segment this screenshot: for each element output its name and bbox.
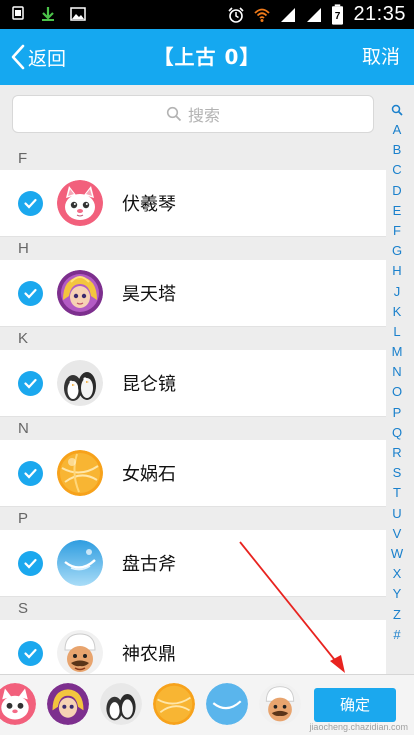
index-letter[interactable]: E [393, 201, 402, 221]
index-letter[interactable]: J [394, 282, 401, 302]
index-letter[interactable]: H [392, 261, 401, 281]
index-letter[interactable]: C [392, 160, 401, 180]
checkbox-checked[interactable] [18, 280, 43, 306]
wifi-icon [254, 8, 271, 22]
contact-row[interactable]: 神农鼎 [0, 620, 386, 674]
status-bar: 7 21:35 [0, 0, 414, 29]
cat-avatar [57, 180, 103, 226]
selected-penguin-avatar[interactable] [100, 683, 142, 725]
index-letter[interactable]: L [393, 322, 400, 342]
check-icon [24, 558, 37, 569]
selected-blue-sky-avatar[interactable] [206, 683, 248, 725]
index-letter[interactable]: Z [393, 605, 401, 625]
confirm-button[interactable]: 确定 [314, 688, 396, 722]
contact-name: 昊天塔 [122, 284, 176, 305]
watermark: jiaocheng.chazidian.com [309, 722, 408, 732]
checkbox-checked[interactable] [18, 190, 43, 216]
search-placeholder: 搜索 [187, 106, 220, 125]
contact-list[interactable]: F 伏羲琴 H 昊天塔 K 昆仑镜 N 女娲石 P 盘古斧 S 神农鼎 [0, 147, 386, 674]
contact-row[interactable]: 女娲石 [0, 440, 386, 507]
battery-icon: 7 [332, 4, 344, 25]
copy-icon [12, 6, 24, 20]
contact-row[interactable]: 昊天塔 [0, 260, 386, 327]
contact-name: 神农鼎 [122, 644, 176, 665]
check-icon [24, 288, 37, 299]
index-letter[interactable]: R [392, 443, 401, 463]
chevron-left-icon [11, 44, 25, 70]
index-letter[interactable]: V [393, 524, 402, 544]
check-icon [24, 198, 37, 209]
index-letter[interactable]: B [393, 140, 402, 160]
selected-blonde-girl-avatar[interactable] [47, 683, 89, 725]
selection-bar: 确定 jiaocheng.chazidian.com [0, 674, 414, 735]
check-icon [24, 648, 37, 659]
index-letter[interactable]: N [392, 362, 401, 382]
check-icon [24, 378, 37, 389]
image-icon [70, 7, 86, 21]
index-letter[interactable]: T [393, 483, 401, 503]
blue-sky-avatar [57, 540, 103, 586]
check-icon [24, 468, 37, 479]
search-icon [166, 106, 182, 122]
section-header-k: K [0, 327, 386, 350]
contact-name: 昆仑镜 [122, 374, 176, 395]
checkbox-checked[interactable] [18, 460, 43, 486]
checkbox-checked[interactable] [18, 550, 43, 576]
section-header-n: N [0, 417, 386, 440]
section-header-p: P [0, 507, 386, 530]
section-header-f: F [0, 147, 386, 170]
index-letter[interactable]: K [393, 302, 402, 322]
selected-cat-avatar[interactable] [0, 683, 36, 725]
index-letter[interactable]: U [392, 504, 401, 524]
orange-ball-avatar [57, 450, 103, 496]
index-letter[interactable]: Y [393, 584, 402, 604]
index-letter[interactable]: W [391, 544, 403, 564]
index-letter[interactable]: O [392, 382, 402, 402]
signal-icon-2 [307, 7, 322, 22]
index-letter[interactable]: Q [392, 423, 402, 443]
battery-level: 7 [335, 11, 341, 22]
back-button[interactable]: 返回 [10, 29, 66, 85]
index-search-icon[interactable] [391, 100, 403, 120]
back-label: 返回 [28, 47, 67, 70]
contact-row[interactable]: 伏羲琴 [0, 170, 386, 237]
blonde-girl-avatar [57, 270, 103, 316]
checkbox-checked[interactable] [18, 370, 43, 396]
contact-row[interactable]: 盘古斧 [0, 530, 386, 597]
selected-chef-avatar[interactable] [259, 683, 301, 725]
signal-icon [281, 7, 296, 22]
index-letter[interactable]: P [393, 403, 402, 423]
contact-name: 女娲石 [122, 464, 176, 485]
search-area: 搜索 [0, 85, 414, 147]
alarm-icon [228, 6, 245, 23]
alphabet-index[interactable]: A B C D E F G H J K L M N O P Q R S T U … [386, 100, 408, 665]
index-letter[interactable]: X [393, 564, 402, 584]
index-letter[interactable]: F [393, 221, 401, 241]
chef-avatar [57, 630, 103, 674]
contact-name: 盘古斧 [122, 554, 176, 575]
checkbox-checked[interactable] [18, 640, 43, 666]
section-header-s: S [0, 597, 386, 620]
section-header-h: H [0, 237, 386, 260]
title-bar: 返回 【上古 0】 取消 [0, 29, 414, 85]
penguin-avatar [57, 360, 103, 406]
index-letter[interactable]: D [392, 181, 401, 201]
index-letter[interactable]: G [392, 241, 402, 261]
selected-orange-ball-avatar[interactable] [153, 683, 195, 725]
index-letter[interactable]: A [393, 120, 402, 140]
index-letter[interactable]: S [393, 463, 402, 483]
status-time: 21:35 [353, 3, 406, 25]
contact-name: 伏羲琴 [122, 194, 176, 215]
search-input[interactable]: 搜索 [12, 95, 374, 133]
download-icon [42, 7, 54, 21]
selected-avatars [0, 683, 301, 727]
index-letter[interactable]: # [393, 625, 400, 645]
cancel-button[interactable]: 取消 [362, 29, 400, 85]
index-letter[interactable]: M [392, 342, 403, 362]
contact-row[interactable]: 昆仑镜 [0, 350, 386, 417]
